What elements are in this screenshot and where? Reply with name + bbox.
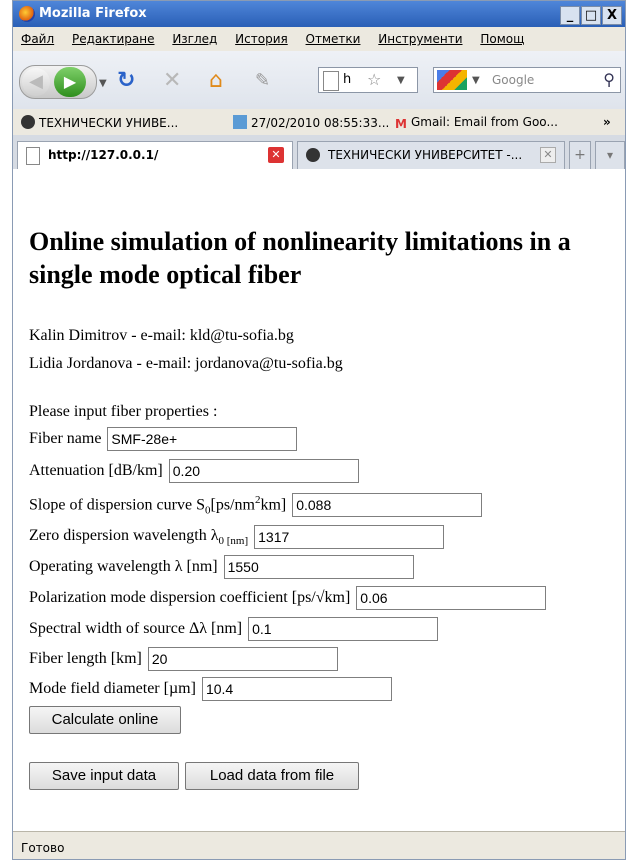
browser-window: Mozilla Firefox _ □ X Файл Редактиране Изг… xyxy=(12,0,626,860)
bookmarks-bar: ТЕХНИЧЕСКИ УНИВЕ... 27/02/2010 08:55:33.… xyxy=(13,109,625,136)
tab-label: ТЕХНИЧЕСКИ УНИВЕРСИТЕТ -... xyxy=(328,148,523,162)
forward-button[interactable]: ▶ xyxy=(54,67,86,97)
search-engine-icon[interactable] xyxy=(437,70,467,90)
bookmark-label: ТЕХНИЧЕСКИ УНИВЕ... xyxy=(39,116,179,130)
mfd-label: Mode field diameter [µm] xyxy=(29,680,196,697)
slope-label: Slope of dispersion curve S0[ps/nm2km] xyxy=(29,494,286,517)
history-dropdown-icon[interactable]: ▼ xyxy=(99,78,107,89)
operating-wavelength-row: Operating wavelength λ [nm] xyxy=(29,555,414,579)
gmail-icon: M xyxy=(395,117,407,131)
slope-label-unit: [ps/nm xyxy=(210,496,255,514)
slope-row: Slope of dispersion curve S0[ps/nm2km] xyxy=(29,493,483,517)
attenuation-row: Attenuation [dB/km] xyxy=(29,459,359,483)
stop-icon[interactable]: ✕ xyxy=(163,69,181,93)
calendar-icon xyxy=(233,115,247,129)
mfd-field[interactable] xyxy=(201,677,392,701)
status-text: Готово xyxy=(21,841,65,855)
tab-label: http://127.0.0.1/ xyxy=(48,148,159,162)
zero-dispersion-label-sub: 0 [nm] xyxy=(218,535,249,548)
operating-wavelength-label: Operating wavelength λ [nm] xyxy=(29,558,218,575)
load-data-button[interactable]: Load data from file xyxy=(185,762,359,790)
navigation-toolbar: ◀ ▶ ▼ ↻ ✕ ⌂ ✎ h ☆ ▼ ▼ Google ⚲ xyxy=(13,51,625,110)
new-tab-icon[interactable]: + xyxy=(569,141,591,169)
pmd-row: Polarization mode dispersion coefficient… xyxy=(29,586,547,610)
zero-dispersion-label-text: Zero dispersion wavelength λ xyxy=(29,526,219,544)
mfd-row: Mode field diameter [µm] xyxy=(29,677,392,701)
menu-file[interactable]: Файл xyxy=(21,27,54,51)
pmd-label: Polarization mode dispersion coefficient… xyxy=(29,589,351,606)
search-icon[interactable]: ⚲ xyxy=(603,70,615,89)
pmd-field[interactable] xyxy=(356,586,547,610)
save-input-button[interactable]: Save input data xyxy=(29,762,179,790)
slope-label-text: Slope of dispersion curve S xyxy=(29,496,205,514)
window-title: Mozilla Firefox xyxy=(39,6,147,21)
author-line: Kalin Dimitrov - e-mail: kld@tu-sofia.bg xyxy=(29,327,294,344)
bookmarks-overflow-icon[interactable]: » xyxy=(603,115,611,129)
tab-bar: http://127.0.0.1/ ✕ ТЕХНИЧЕСКИ УНИВЕРСИТ… xyxy=(13,135,625,170)
spectral-width-label: Spectral width of source Δλ [nm] xyxy=(29,620,243,637)
calculate-button[interactable]: Calculate online xyxy=(29,706,181,734)
slope-field[interactable] xyxy=(292,493,483,517)
status-bar: Готово xyxy=(13,831,625,859)
back-button[interactable]: ◀ xyxy=(22,68,50,96)
url-text: h xyxy=(343,72,352,87)
tools-icon[interactable]: ✎ xyxy=(255,69,270,93)
back-forward-group: ◀ ▶ xyxy=(19,65,97,99)
bookmark-item-university[interactable]: ТЕХНИЧЕСКИ УНИВЕ... xyxy=(21,115,178,130)
bookmark-item-date[interactable]: 27/02/2010 08:55:33... xyxy=(233,115,389,130)
input-prompt: Please input fiber properties : xyxy=(29,403,218,420)
slope-label-unit-end: km] xyxy=(260,496,287,514)
page-content: Online simulation of nonlinearity limita… xyxy=(13,169,625,831)
zero-dispersion-row: Zero dispersion wavelength λ0 [nm] xyxy=(29,525,445,549)
close-tab-icon[interactable]: ✕ xyxy=(540,147,556,163)
tab-list-icon[interactable]: ▾ xyxy=(595,141,625,169)
fiber-name-field[interactable] xyxy=(107,427,298,451)
url-dropdown-icon[interactable]: ▼ xyxy=(397,75,405,86)
operating-wavelength-field[interactable] xyxy=(223,555,414,579)
fiber-name-row: Fiber name xyxy=(29,427,298,451)
page-title: Online simulation of nonlinearity limita… xyxy=(29,227,571,289)
firefox-logo-icon xyxy=(19,6,35,22)
fiber-name-label: Fiber name xyxy=(29,430,102,447)
zero-dispersion-label: Zero dispersion wavelength λ0 [nm] xyxy=(29,527,248,547)
bookmark-item-gmail[interactable]: M Gmail: Email from Goo... xyxy=(395,115,558,131)
window-controls: _ □ X xyxy=(559,4,622,25)
maximize-button[interactable]: □ xyxy=(581,6,601,25)
reload-icon[interactable]: ↻ xyxy=(117,69,135,93)
close-tab-icon[interactable]: ✕ xyxy=(268,147,284,163)
site-favicon-icon xyxy=(21,115,35,129)
close-window-button[interactable]: X xyxy=(602,6,622,25)
menu-tools[interactable]: Инструменти xyxy=(378,27,462,51)
zero-dispersion-field[interactable] xyxy=(254,525,445,549)
menu-help[interactable]: Помощ xyxy=(480,27,524,51)
fiber-length-field[interactable] xyxy=(147,647,338,671)
menu-view[interactable]: Изглед xyxy=(172,27,217,51)
fiber-length-label: Fiber length [km] xyxy=(29,650,142,667)
search-placeholder: Google xyxy=(492,73,535,87)
tab-localhost[interactable]: http://127.0.0.1/ ✕ xyxy=(17,141,293,169)
minimize-button[interactable]: _ xyxy=(560,6,580,25)
url-bar[interactable]: h ☆ ▼ xyxy=(318,67,418,93)
spectral-width-row: Spectral width of source Δλ [nm] xyxy=(29,617,439,641)
bookmark-label: Gmail: Email from Goo... xyxy=(410,115,558,129)
menu-edit[interactable]: Редактиране xyxy=(72,27,155,51)
author-line: Lidia Jordanova - e-mail: jordanova@tu-s… xyxy=(29,355,343,372)
attenuation-field[interactable] xyxy=(168,459,359,483)
attenuation-label: Attenuation [dB/km] xyxy=(29,462,163,479)
bookmark-star-icon[interactable]: ☆ xyxy=(367,70,381,89)
bookmark-label: 27/02/2010 08:55:33... xyxy=(251,116,390,130)
spectral-width-field[interactable] xyxy=(248,617,439,641)
title-bar: Mozilla Firefox _ □ X xyxy=(13,1,625,27)
home-icon[interactable]: ⌂ xyxy=(209,69,223,93)
search-bar[interactable]: ▼ Google ⚲ xyxy=(433,67,621,93)
menu-bar: Файл Редактиране Изглед История Отметки … xyxy=(13,27,625,52)
search-engine-dropdown-icon[interactable]: ▼ xyxy=(472,75,480,86)
site-favicon-icon xyxy=(306,148,320,162)
fiber-length-row: Fiber length [km] xyxy=(29,647,338,671)
menu-history[interactable]: История xyxy=(235,27,288,51)
tab-university[interactable]: ТЕХНИЧЕСКИ УНИВЕРСИТЕТ -... ✕ xyxy=(297,141,565,169)
menu-bookmarks[interactable]: Отметки xyxy=(306,27,361,51)
page-icon xyxy=(323,71,339,91)
page-icon xyxy=(26,147,40,165)
